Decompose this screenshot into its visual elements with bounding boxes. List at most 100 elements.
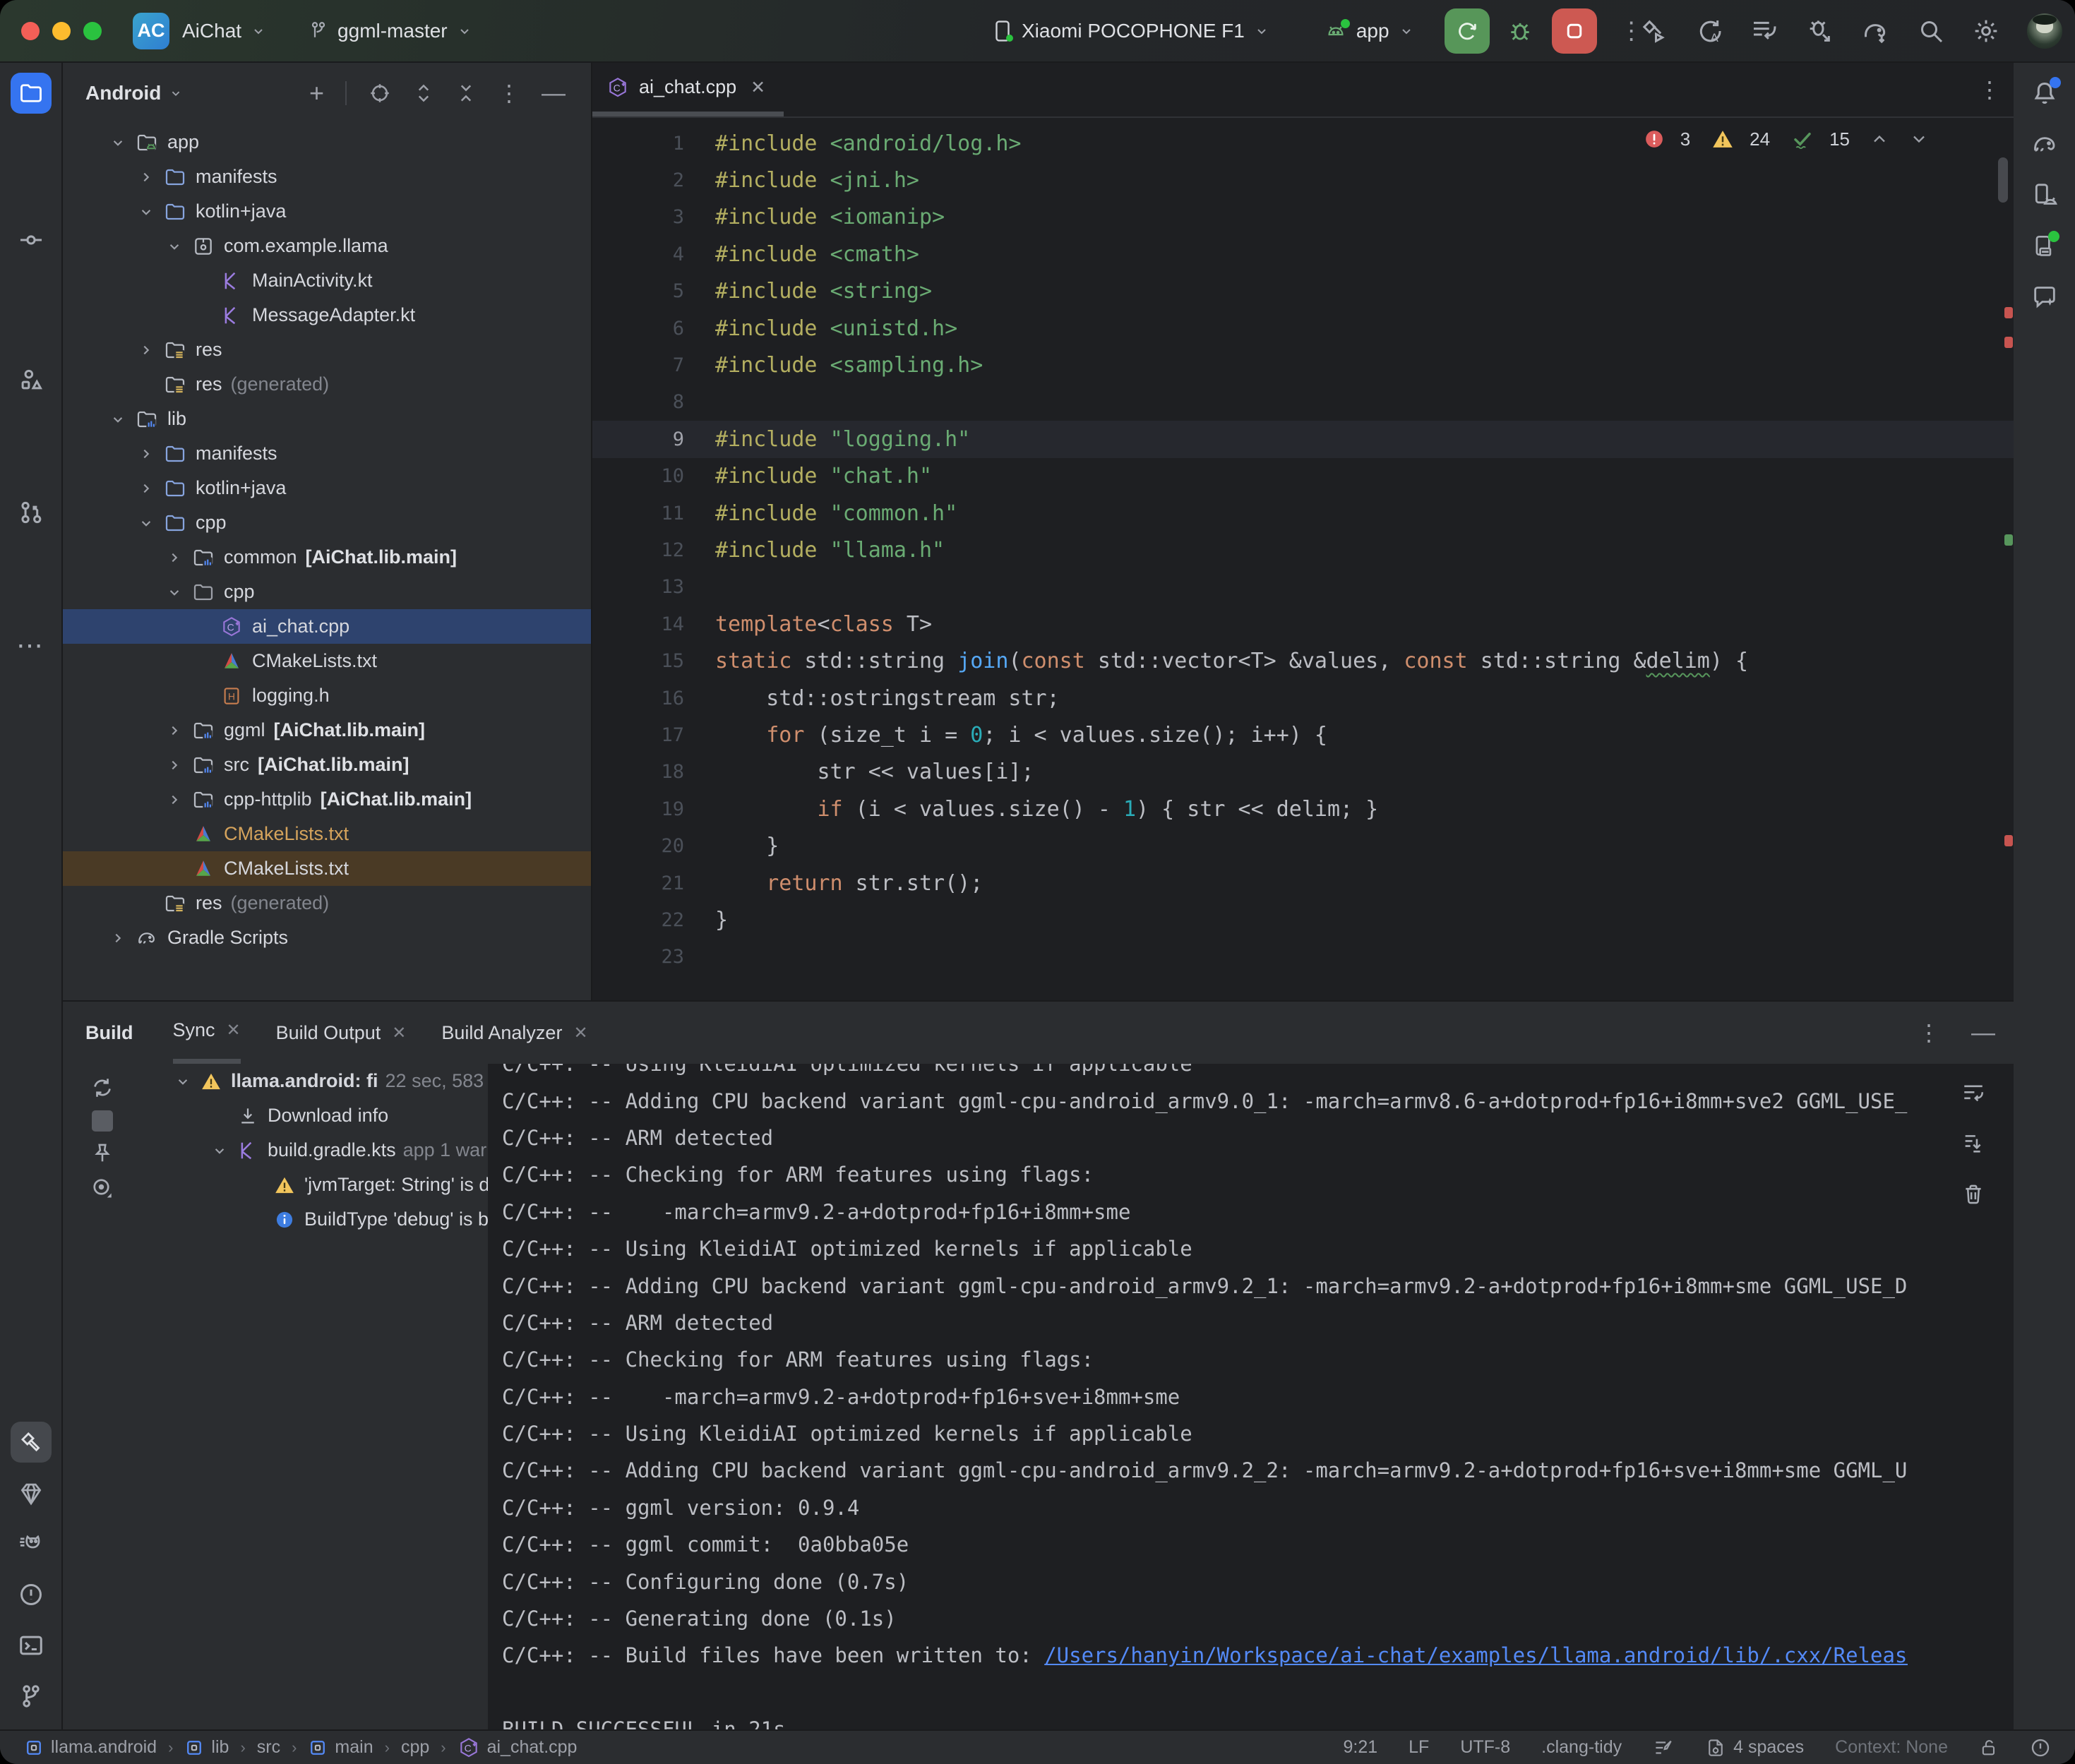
tree-item-kotlin-java[interactable]: kotlin+java [63, 471, 591, 505]
tree-item-res[interactable]: res (generated) [63, 886, 591, 920]
close-tab-icon[interactable]: ✕ [227, 1020, 241, 1040]
filter-eye-icon[interactable] [90, 1175, 115, 1201]
status-widget[interactable] [2030, 1737, 2051, 1758]
collapse-all-icon[interactable] [455, 81, 477, 105]
status-widget[interactable]: 4 spaces [1705, 1737, 1804, 1758]
code-line[interactable]: 12#include "llama.h" [592, 532, 2014, 568]
tree-item-gradle-scripts[interactable]: Gradle Scripts [63, 920, 591, 955]
code-line[interactable]: 5#include <string> [592, 273, 2014, 310]
inspection-widget[interactable]: 3 24 15 [1644, 128, 1929, 150]
sidebar-item-pull-requests[interactable] [11, 492, 52, 533]
tree-item-kotlin-java[interactable]: kotlin+java [63, 194, 591, 229]
tab-build-analyzer[interactable]: Build Analyzer✕ [441, 1002, 587, 1064]
error-stripe-mark[interactable] [2004, 835, 2013, 846]
breadcrumb-item[interactable]: cpp [401, 1737, 429, 1758]
sidebar-item-project[interactable] [11, 73, 52, 114]
code-swap-icon[interactable] [1750, 17, 1778, 45]
breadcrumb-item[interactable]: Cai_chat.cpp [458, 1736, 578, 1759]
code-line[interactable]: 14template<class T> [592, 606, 2014, 642]
sync-refresh-icon[interactable] [90, 1075, 115, 1100]
tree-item-cmakelists-txt[interactable]: CMakeLists.txt [63, 851, 591, 886]
device-selector[interactable]: Xiaomi POCOPHONE F1 [992, 19, 1270, 43]
project-view-selector[interactable]: Android [85, 82, 184, 104]
code-line[interactable]: 10#include "chat.h" [592, 458, 2014, 495]
tree-item-src[interactable]: src [AiChat.lib.main] [63, 748, 591, 782]
code-line[interactable]: 17 for (size_t i = 0; i < values.size();… [592, 716, 2014, 753]
breadcrumb-item[interactable]: llama.android [24, 1737, 157, 1758]
build-run-icon[interactable] [1640, 17, 1668, 45]
error-stripe-mark[interactable] [2004, 307, 2013, 318]
pin-icon[interactable] [90, 1141, 114, 1165]
gemini-button[interactable] [2024, 276, 2065, 317]
build-tree-item[interactable]: BuildType 'debug' is both de [142, 1202, 488, 1237]
change-stripe-mark[interactable] [2004, 534, 2013, 546]
code-line[interactable]: 8 [592, 384, 2014, 421]
tree-item-res[interactable]: res (generated) [63, 367, 591, 402]
tree-item-ai-chat-cpp[interactable]: C ai_chat.cpp [63, 609, 591, 644]
run-config-selector[interactable]: app [1324, 20, 1415, 42]
code-line[interactable]: 16 std::ostringstream str; [592, 680, 2014, 716]
status-widget[interactable]: LF [1409, 1737, 1429, 1758]
sidebar-item-problems[interactable] [11, 1574, 52, 1615]
code-line[interactable]: 21 return str.str(); [592, 865, 2014, 901]
debug-button[interactable] [1507, 18, 1533, 44]
trash-icon[interactable] [1961, 1182, 1985, 1206]
sidebar-item-terminal[interactable] [11, 1625, 52, 1666]
code-line[interactable]: 6#include <unistd.h> [592, 310, 2014, 347]
code-line[interactable]: 2#include <jni.h> [592, 162, 2014, 198]
hide-panel-icon[interactable]: — [1971, 1019, 1995, 1047]
running-devices-button[interactable] [2024, 225, 2065, 266]
code-line[interactable]: 18 str << values[i]; [592, 754, 2014, 791]
editor-scrollbar[interactable] [1998, 157, 2008, 203]
close-tab-icon[interactable]: ✕ [751, 77, 765, 98]
tab-build-output[interactable]: Build Output✕ [276, 1002, 407, 1064]
status-widget[interactable]: 9:21 [1343, 1737, 1377, 1758]
tree-item-lib[interactable]: lib [63, 402, 591, 436]
rerun-button[interactable] [1445, 8, 1490, 54]
build-title[interactable]: Build [85, 1022, 133, 1044]
tab-sync[interactable]: Sync✕ [173, 1002, 241, 1064]
code-line[interactable]: 20 } [592, 827, 2014, 864]
code-line[interactable]: 13 [592, 569, 2014, 606]
sidebar-item-build[interactable] [11, 1422, 52, 1463]
expand-all-icon[interactable] [413, 81, 434, 105]
tree-item-common[interactable]: common [AiChat.lib.main] [63, 540, 591, 575]
tree-item-mainactivity-kt[interactable]: MainActivity.kt [63, 263, 591, 298]
breadcrumb-item[interactable]: src [257, 1737, 280, 1758]
more-icon[interactable]: ⋮ [1918, 1019, 1940, 1046]
apply-changes-icon[interactable]: A [1695, 17, 1723, 45]
tree-item-ggml[interactable]: ggml [AiChat.lib.main] [63, 713, 591, 748]
status-widget[interactable]: Context: None [1835, 1737, 1948, 1758]
sidebar-item-logcat[interactable] [11, 1523, 52, 1564]
gradle-sync-icon[interactable] [1860, 17, 1890, 45]
sidebar-item-commit[interactable] [11, 220, 52, 260]
gradle-panel-button[interactable] [2024, 124, 2065, 164]
sidebar-item-dependencies[interactable] [11, 1472, 52, 1513]
tree-item-res[interactable]: res [63, 332, 591, 367]
attach-debugger-icon[interactable] [1805, 17, 1834, 45]
sidebar-item-version-control[interactable] [11, 1676, 52, 1717]
console-link[interactable]: /Users/hanyin/Workspace/ai-chat/examples… [1044, 1643, 1908, 1667]
close-icon[interactable] [21, 22, 40, 40]
hide-panel-icon[interactable]: — [542, 80, 566, 107]
code-line[interactable]: 11#include "common.h" [592, 495, 2014, 532]
tree-item-cmakelists-txt[interactable]: CMakeLists.txt [63, 817, 591, 851]
code-line[interactable]: 15static std::string join(const std::vec… [592, 642, 2014, 679]
tree-item-cpp[interactable]: cpp [63, 505, 591, 540]
build-tree-item[interactable]: 'jvmTarget: String' is deprec [142, 1168, 488, 1202]
code-line[interactable]: 23 [592, 939, 2014, 976]
soft-wrap-icon[interactable] [1961, 1081, 1985, 1105]
tree-item-app[interactable]: app [63, 125, 591, 160]
zoom-icon[interactable] [83, 22, 102, 40]
tree-item-logging-h[interactable]: H logging.h [63, 678, 591, 713]
build-tree-item[interactable]: Download info [142, 1098, 488, 1133]
tree-item-cpp-httplib[interactable]: cpp-httplib [AiChat.lib.main] [63, 782, 591, 817]
stop-button[interactable] [1552, 8, 1597, 54]
minimize-icon[interactable] [52, 22, 71, 40]
project-selector[interactable]: AiChat [182, 20, 267, 42]
editor-options-icon[interactable]: ⋮ [1978, 76, 2001, 103]
status-widget[interactable]: .clang-tidy [1541, 1737, 1622, 1758]
tree-item-cpp[interactable]: cpp [63, 575, 591, 609]
close-tab-icon[interactable]: ✕ [573, 1023, 587, 1043]
status-widget[interactable] [1653, 1737, 1674, 1758]
